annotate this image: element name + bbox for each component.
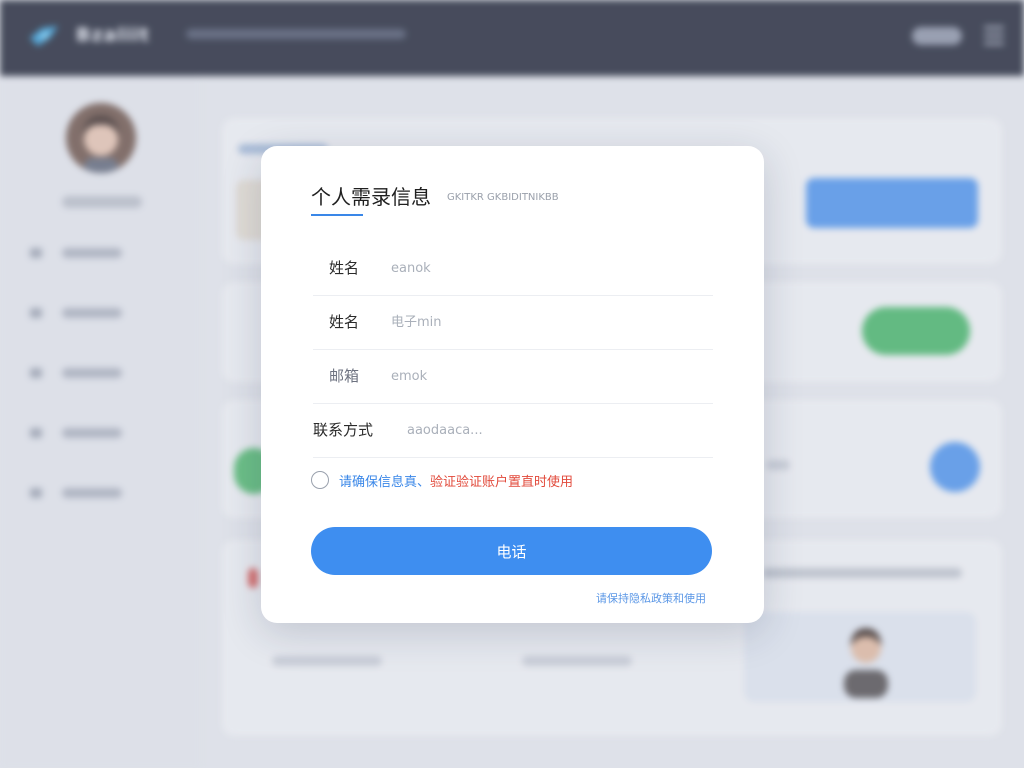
submit-button[interactable]: 电话	[311, 527, 712, 575]
email-label: 邮箱	[329, 367, 360, 385]
contact-label: 联系方式	[313, 421, 374, 439]
form-row-contact: 联系方式	[313, 404, 713, 458]
form-row-name-2: 姓名	[313, 296, 713, 350]
name-input-2[interactable]	[391, 308, 691, 336]
contact-input[interactable]	[407, 416, 707, 444]
name-input[interactable]	[391, 254, 691, 282]
personal-info-modal: 个人需录信息 GKITKR GKBIDITNIKBB 姓名 姓名 邮箱 联系方式…	[261, 146, 764, 623]
email-input[interactable]	[391, 362, 691, 390]
modal-title: 个人需录信息	[311, 185, 431, 209]
consent-checkbox[interactable]	[311, 471, 329, 489]
name-label: 姓名	[329, 259, 360, 277]
consent-text-red: 验证验证账户置直时使用	[430, 475, 574, 490]
form-row-name: 姓名	[313, 242, 713, 296]
privacy-policy-link[interactable]: 请保持隐私政策和使用	[596, 590, 706, 606]
consent-row: 请确保信息真、验证验证账户置直时使用	[311, 470, 731, 490]
title-underline	[311, 214, 363, 216]
name-label-2: 姓名	[329, 313, 360, 331]
form-row-email: 邮箱	[313, 350, 713, 404]
consent-text-blue: 请确保信息真、	[339, 475, 431, 490]
modal-subtitle: GKITKR GKBIDITNIKBB	[447, 192, 559, 203]
